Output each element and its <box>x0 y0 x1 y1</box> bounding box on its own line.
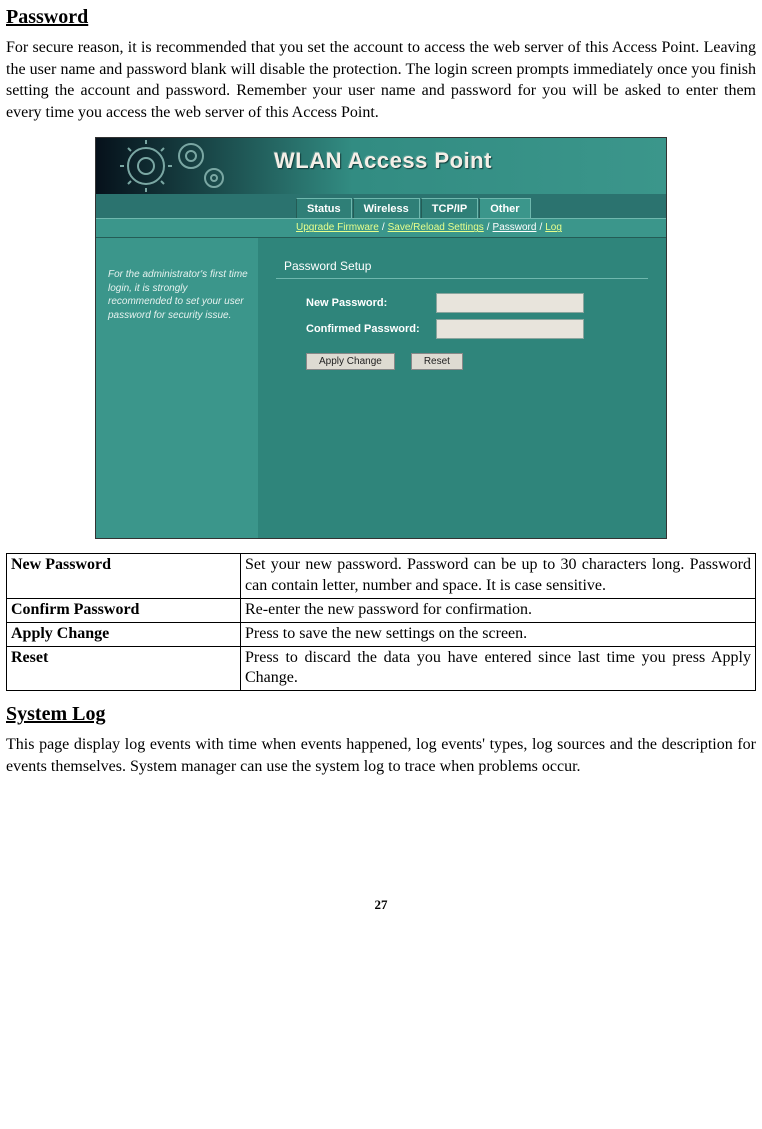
tab-other[interactable]: Other <box>479 198 530 218</box>
panel-title: Password Setup <box>276 254 648 279</box>
definitions-table: New Password Set your new password. Pass… <box>6 553 756 691</box>
subtab-password[interactable]: Password <box>493 222 537 233</box>
table-row: New Password Set your new password. Pass… <box>7 554 756 599</box>
subtab-upgrade-firmware[interactable]: Upgrade Firmware <box>296 222 379 233</box>
def-val: Press to discard the data you have enter… <box>241 646 756 691</box>
def-key: Reset <box>7 646 241 691</box>
input-new-password[interactable] <box>436 293 584 313</box>
page-number: 27 <box>6 897 756 913</box>
router-screenshot: WLAN Access Point Status Wireless TCP/IP… <box>95 137 667 539</box>
button-row: Apply Change Reset <box>306 353 648 370</box>
subtabs-row: Upgrade Firmware/Save/Reload Settings/Pa… <box>96 218 666 238</box>
heading-password: Password <box>6 6 756 29</box>
table-row: Confirm Password Re-enter the new passwo… <box>7 598 756 622</box>
def-key: Confirm Password <box>7 598 241 622</box>
tab-status[interactable]: Status <box>296 198 352 218</box>
router-side-hint: For the administrator's first time login… <box>96 238 258 538</box>
router-body: For the administrator's first time login… <box>96 238 666 538</box>
gears-icon <box>96 138 266 194</box>
router-title: WLAN Access Point <box>274 148 492 174</box>
label-new-password: New Password: <box>306 297 436 309</box>
paragraph-password-intro: For secure reason, it is recommended tha… <box>6 37 756 123</box>
router-header: WLAN Access Point <box>96 138 666 194</box>
def-val: Press to save the new settings on the sc… <box>241 622 756 646</box>
form-row-confirmed-password: Confirmed Password: <box>306 319 648 339</box>
def-key: New Password <box>7 554 241 599</box>
apply-change-button[interactable]: Apply Change <box>306 353 395 370</box>
label-confirmed-password: Confirmed Password: <box>306 323 436 335</box>
table-row: Reset Press to discard the data you have… <box>7 646 756 691</box>
def-key: Apply Change <box>7 622 241 646</box>
form-row-new-password: New Password: <box>306 293 648 313</box>
tab-tcpip[interactable]: TCP/IP <box>421 198 478 218</box>
table-row: Apply Change Press to save the new setti… <box>7 622 756 646</box>
reset-button[interactable]: Reset <box>411 353 463 370</box>
subtab-log[interactable]: Log <box>545 222 562 233</box>
router-main-panel: Password Setup New Password: Confirmed P… <box>258 238 666 538</box>
paragraph-system-log-intro: This page display log events with time w… <box>6 734 756 777</box>
input-confirmed-password[interactable] <box>436 319 584 339</box>
heading-system-log: System Log <box>6 703 756 726</box>
def-val: Re-enter the new password for confirmati… <box>241 598 756 622</box>
subtab-save-reload[interactable]: Save/Reload Settings <box>388 222 484 233</box>
def-val: Set your new password. Password can be u… <box>241 554 756 599</box>
tabs-row: Status Wireless TCP/IP Other <box>96 194 666 218</box>
tab-wireless[interactable]: Wireless <box>353 198 420 218</box>
